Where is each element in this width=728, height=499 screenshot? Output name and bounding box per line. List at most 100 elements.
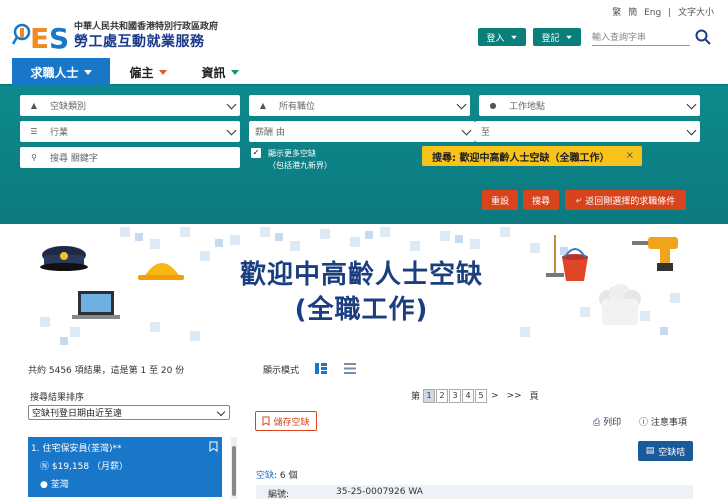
notice-link[interactable]: ⓘ 注意事項	[639, 415, 687, 428]
salary-icon: Ⓝ	[40, 462, 52, 472]
show-more-line2: （包括港九新界）	[268, 161, 332, 170]
vacancy-count-label: 空缺	[256, 471, 275, 481]
search-icon: ⚲	[31, 153, 37, 162]
split-view-icon[interactable]	[315, 363, 327, 374]
job-list-item[interactable]: 1. 住宅保安員(荃灣)** Ⓝ $19,158 （月薪） ● 荃灣	[28, 437, 222, 497]
notice-label: 注意事項	[650, 418, 687, 428]
list-view-icon[interactable]	[344, 363, 356, 374]
reset-button[interactable]: 重設	[482, 190, 518, 210]
register-button[interactable]: 登記	[533, 28, 581, 46]
vacancy-count-value: 6 個	[279, 471, 298, 481]
industry-value: 行業	[50, 128, 69, 138]
display-mode-label: 顯示模式	[263, 366, 300, 376]
lang-english-link[interactable]: Eng	[644, 8, 661, 18]
job-location: ● 荃灣	[40, 477, 69, 490]
job-salary-value: $19,158 （月薪）	[51, 462, 128, 472]
work-location-select[interactable]: ● 工作地點	[479, 95, 700, 116]
location-pin-icon: ●	[40, 480, 51, 490]
save-vacancy-label: 儲存空缺	[273, 417, 310, 428]
category-icon: ▲	[259, 101, 267, 110]
nav-job-seekers[interactable]: 求職人士	[12, 58, 110, 86]
salary-from-value: 薪酬 由	[255, 128, 285, 138]
chevron-down-icon	[565, 35, 572, 39]
bookmark-icon	[262, 416, 270, 426]
save-vacancy-button[interactable]: 儲存空缺	[255, 411, 317, 431]
keyword-placeholder: 搜尋 關鍵字	[50, 154, 98, 164]
next-page-link[interactable]: >	[491, 391, 499, 401]
nav-employers[interactable]: 僱主	[118, 58, 178, 86]
close-icon[interactable]: ×	[626, 150, 634, 161]
ies-logo[interactable]: E S	[12, 18, 68, 54]
lang-traditional-link[interactable]: 繁	[612, 8, 621, 18]
vacancy-type-select[interactable]: ▲ 空缺類別	[20, 95, 240, 116]
vacancy-card-label: 空缺咭	[658, 447, 686, 458]
chevron-down-icon	[83, 69, 92, 75]
detail-row-number: 編號: 35-25-0007926 WA	[256, 485, 693, 499]
page-3-link[interactable]: 3	[449, 388, 462, 403]
sort-select[interactable]: 空缺刊登日期由近至遠	[28, 405, 230, 420]
salary-to-value: 至	[481, 128, 491, 138]
job-salary: Ⓝ $19,158 （月薪）	[40, 459, 128, 472]
page-5-link[interactable]: 5	[475, 388, 488, 403]
show-more-checkbox[interactable]: ✓	[251, 148, 261, 158]
list-icon: ☰	[30, 127, 38, 136]
page-1-link[interactable]: 1	[423, 388, 436, 403]
search-icon[interactable]	[694, 28, 712, 46]
font-size-link[interactable]: 文字大小	[678, 8, 714, 18]
bookmark-icon[interactable]	[209, 441, 218, 452]
location-pin-icon: ●	[489, 101, 497, 110]
chevron-down-icon	[456, 99, 467, 110]
positions-value: 所有職位	[279, 102, 316, 112]
site-search-input[interactable]: 輸入查詢字串	[592, 28, 690, 46]
page-2-link[interactable]: 2	[436, 388, 449, 403]
chevron-down-icon	[230, 69, 239, 75]
lang-simplified-link[interactable]: 簡	[628, 8, 637, 18]
job-location-value: 荃灣	[50, 480, 69, 490]
search-button[interactable]: 搜尋	[523, 190, 559, 210]
nav-info[interactable]: 資訊	[192, 58, 248, 86]
register-label: 登記	[541, 33, 560, 44]
dept-name: 勞工處互動就業服務	[74, 34, 205, 50]
vacancy-card-button[interactable]: ▤ 空缺咭	[638, 441, 693, 461]
banner-title-line1: 歡迎中高齡人士空缺	[239, 260, 483, 290]
salary-to-select[interactable]: 至	[475, 121, 700, 142]
printer-icon: ⎙	[593, 418, 601, 428]
back-to-criteria-button[interactable]: ⤶ 返回剛選擇的求職條件	[565, 190, 686, 210]
vacancy-count: 空缺: 6 個	[256, 471, 298, 481]
pager-suffix: 頁	[529, 392, 539, 402]
positions-select[interactable]: ▲ 所有職位	[249, 95, 470, 116]
page-4-link[interactable]: 4	[462, 388, 475, 403]
chevron-down-icon	[461, 125, 472, 136]
language-links: 繁 簡 Eng | 文字大小	[608, 5, 714, 18]
print-link[interactable]: ⎙ 列印	[593, 415, 621, 428]
promo-banner: 歡迎中高齡人士空缺 (全職工作)	[20, 227, 703, 351]
search-label: 搜尋	[531, 196, 550, 207]
industry-select[interactable]: ☰ 行業	[20, 121, 240, 142]
chevron-down-icon	[226, 99, 237, 110]
sort-label: 搜尋結果排序	[30, 393, 85, 403]
salary-from-select[interactable]: 薪酬 由	[249, 121, 475, 142]
id-card-icon: ▤	[645, 446, 655, 456]
svg-text:E: E	[30, 22, 49, 54]
main-nav: 求職人士 僱主 資訊	[0, 58, 728, 86]
sort-selected-value: 空缺刊登日期由近至遠	[32, 409, 123, 419]
last-page-link[interactable]: >>	[507, 391, 522, 401]
chevron-down-icon	[158, 69, 167, 75]
back-arrow-icon: ⤶	[575, 194, 582, 206]
svg-text:S: S	[49, 22, 68, 54]
chevron-down-icon	[686, 99, 697, 110]
list-scrollbar-thumb[interactable]	[232, 446, 236, 496]
nav-employers-label: 僱主	[129, 65, 154, 80]
work-location-value: 工作地點	[509, 102, 546, 112]
category-icon: ▲	[30, 101, 38, 110]
results-count: 共約 5456 項結果，這是第 1 至 20 份	[28, 366, 185, 376]
site-search-placeholder: 輸入查詢字串	[592, 33, 647, 43]
info-icon: ⓘ	[639, 418, 649, 428]
reset-label: 重設	[490, 196, 509, 207]
lang-separator: |	[668, 8, 672, 18]
login-button[interactable]: 登入	[478, 28, 526, 46]
login-label: 登入	[486, 33, 505, 44]
active-tag-label: 搜尋: 歡迎中高齡人士空缺（全職工作）	[432, 152, 610, 164]
keyword-search-input[interactable]: ⚲ 搜尋 關鍵字	[20, 147, 240, 168]
vacancy-type-value: 空缺類別	[50, 102, 87, 112]
